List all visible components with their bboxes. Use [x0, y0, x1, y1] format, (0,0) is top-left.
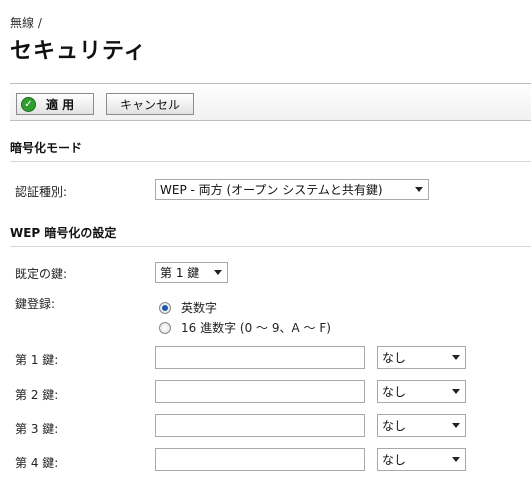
key-4-input[interactable]	[155, 448, 365, 471]
radio-hex[interactable]: 16 進数字 (0 ～ 9、A ～ F)	[159, 319, 331, 336]
section-encryption-mode: 暗号化モード	[10, 139, 531, 162]
radio-label: 英数字	[181, 301, 218, 315]
key-1-input[interactable]	[155, 346, 365, 369]
chevron-down-icon	[452, 457, 460, 462]
key-2-size-select[interactable]: なし	[377, 380, 466, 403]
key-entry-label: 鍵登録:	[15, 297, 56, 311]
key-3-label: 第 3 鍵:	[15, 422, 59, 436]
chevron-down-icon	[452, 389, 460, 394]
check-circle-icon: ✓	[21, 96, 36, 112]
radio-alphanumeric[interactable]: 英数字	[159, 299, 217, 316]
default-key-select[interactable]: 第 1 鍵	[155, 262, 228, 283]
key-4-size-value: なし	[382, 453, 407, 467]
section-wep-settings: WEP 暗号化の設定	[10, 224, 531, 247]
radio-label: 16 進数字 (0 ～ 9、A ～ F)	[181, 321, 331, 335]
key-2-label: 第 2 鍵:	[15, 388, 59, 402]
apply-button-label: 適 用	[46, 97, 75, 112]
key-3-input[interactable]	[155, 414, 365, 437]
auth-type-value: WEP - 両方 (オープン システムと共有鍵)	[160, 183, 383, 197]
radio-button[interactable]	[159, 301, 171, 314]
chevron-down-icon	[452, 355, 460, 360]
key-1-label: 第 1 鍵:	[15, 353, 59, 367]
chevron-down-icon	[415, 187, 423, 192]
page-title: セキュリティ	[10, 39, 147, 64]
default-key-value: 第 1 鍵	[160, 266, 200, 280]
apply-button[interactable]: ✓ 適 用	[16, 93, 94, 115]
key-4-label: 第 4 鍵:	[15, 456, 59, 470]
key-1-size-select[interactable]: なし	[377, 346, 466, 369]
default-key-label: 既定の鍵:	[15, 267, 68, 281]
key-3-size-value: なし	[382, 419, 407, 433]
key-2-size-value: なし	[382, 385, 407, 399]
toolbar: ✓ 適 用 キャンセル	[10, 83, 531, 121]
key-4-size-select[interactable]: なし	[377, 448, 466, 471]
cancel-button[interactable]: キャンセル	[106, 93, 194, 115]
auth-type-select[interactable]: WEP - 両方 (オープン システムと共有鍵)	[155, 179, 429, 200]
key-1-size-value: なし	[382, 351, 407, 365]
key-3-size-select[interactable]: なし	[377, 414, 466, 437]
key-2-input[interactable]	[155, 380, 365, 403]
radio-button[interactable]	[159, 321, 171, 334]
cancel-button-label: キャンセル	[119, 97, 180, 112]
chevron-down-icon	[452, 423, 460, 428]
breadcrumb[interactable]: 無線 /	[10, 14, 42, 31]
auth-type-label: 認証種別:	[15, 185, 68, 199]
chevron-down-icon	[214, 270, 222, 275]
